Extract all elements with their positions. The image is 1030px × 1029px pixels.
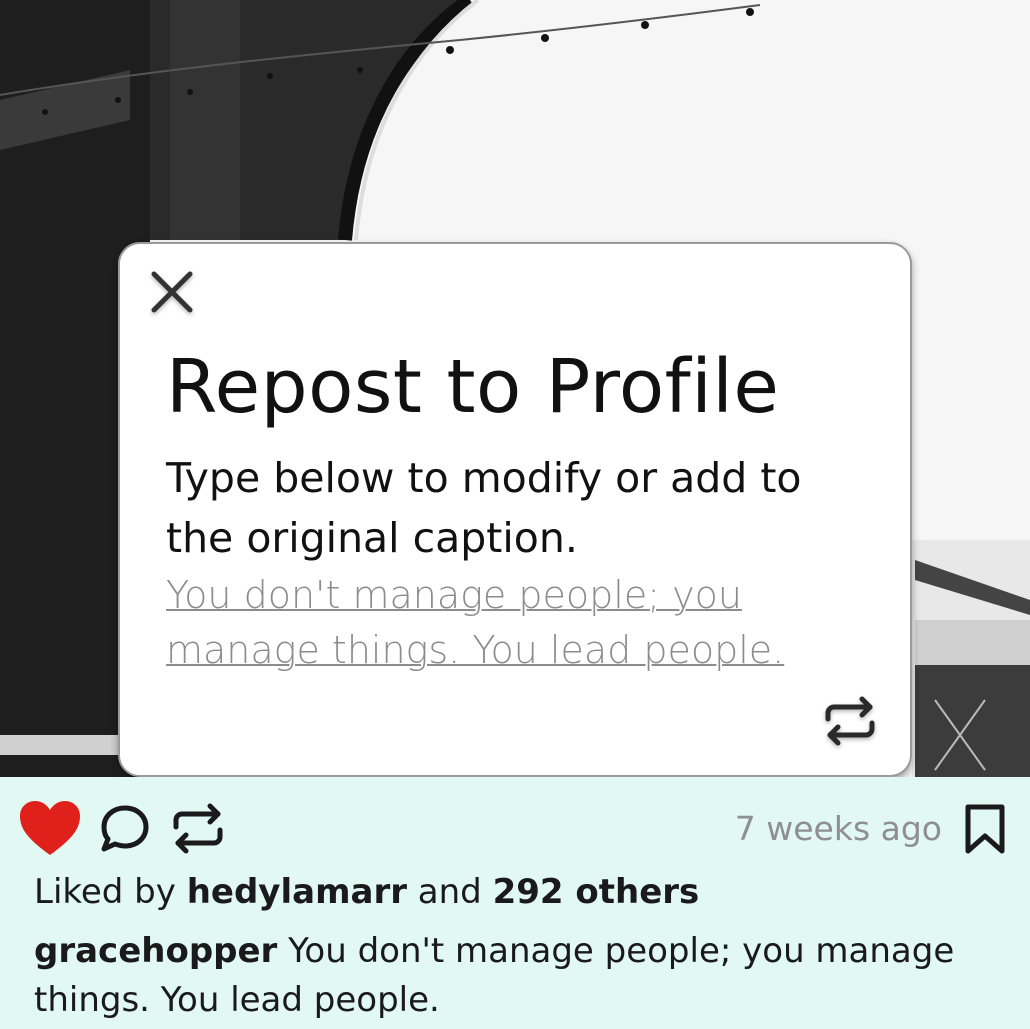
post-caption: gracehopper You don't manage people; you… xyxy=(34,927,994,1025)
close-icon xyxy=(151,271,193,313)
bookmark-button[interactable] xyxy=(963,803,1007,855)
bookmark-icon xyxy=(965,804,1005,854)
likes-prefix: Liked by xyxy=(34,872,176,912)
close-button[interactable] xyxy=(146,266,198,318)
repost-confirm-button[interactable] xyxy=(820,691,880,751)
post-timestamp: 7 weeks ago xyxy=(734,809,942,848)
post-footer: 7 weeks ago Liked by hedylamarr and 292 … xyxy=(0,777,1030,1029)
comment-button[interactable] xyxy=(98,803,152,857)
repost-icon xyxy=(825,696,875,746)
likes-middle: and xyxy=(417,872,482,912)
comment-icon xyxy=(101,805,149,852)
modal-title: Repost to Profile xyxy=(166,344,780,430)
liked-by-user-link[interactable]: hedylamarr xyxy=(187,872,407,912)
likes-summary: Liked by hedylamarr and 292 others xyxy=(34,872,699,912)
modal-description: Type below to modify or add to the origi… xyxy=(166,454,802,562)
repost-button[interactable] xyxy=(168,797,228,859)
likes-others-link[interactable]: 292 others xyxy=(493,872,700,912)
caption-input[interactable]: You don't manage people; you manage thin… xyxy=(166,568,886,678)
heart-icon xyxy=(20,801,80,855)
repost-icon xyxy=(173,803,223,854)
author-username-link[interactable]: gracehopper xyxy=(34,931,277,971)
like-button[interactable] xyxy=(18,799,82,857)
repost-modal: Repost to Profile Type below to modify o… xyxy=(118,242,912,777)
